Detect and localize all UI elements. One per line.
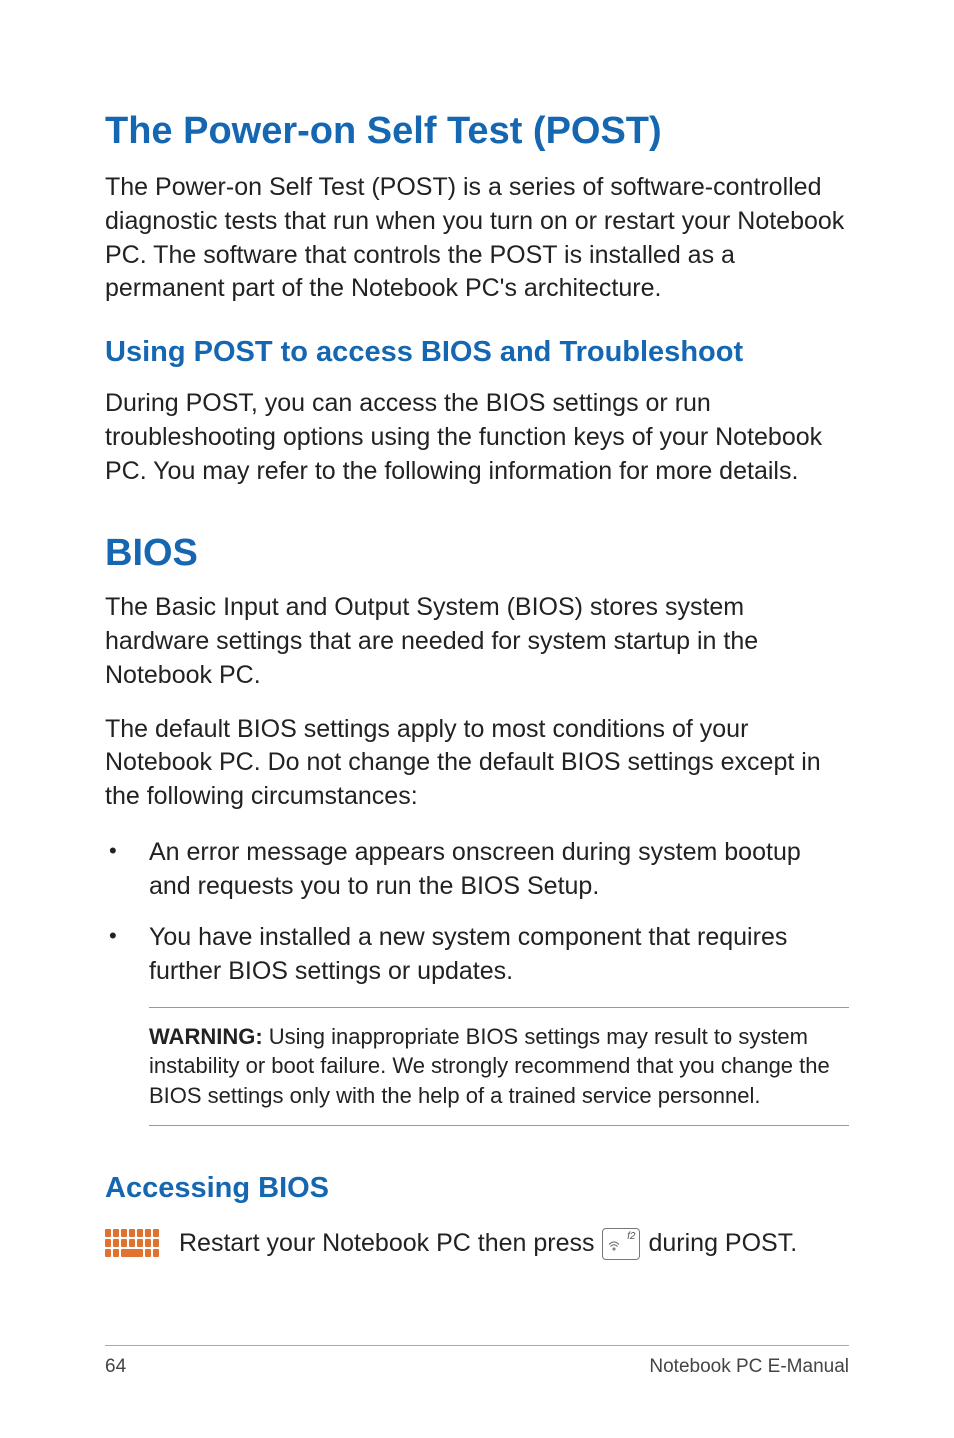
paragraph-post-intro: The Power-on Self Test (POST) is a serie… — [105, 171, 849, 306]
paragraph-bios-intro: The Basic Input and Output System (BIOS)… — [105, 591, 849, 692]
footer-title: Notebook PC E-Manual — [649, 1356, 849, 1378]
subheading-using-post: Using POST to access BIOS and Troublesho… — [105, 336, 849, 369]
warning-label: WARNING: — [149, 1024, 263, 1049]
list-item: You have installed a new system componen… — [105, 921, 849, 989]
heading-bios: BIOS — [105, 532, 849, 575]
subheading-accessing-bios: Accessing BIOS — [105, 1172, 849, 1205]
restart-instruction: Restart your Notebook PC then press f2 d… — [179, 1227, 797, 1261]
accessing-bios-row: Restart your Notebook PC then press f2 d… — [105, 1227, 849, 1261]
warning-text: WARNING: Using inappropriate BIOS settin… — [149, 1022, 847, 1111]
restart-text-before: Restart your Notebook PC then press — [179, 1227, 594, 1261]
page-footer: 64 Notebook PC E-Manual — [105, 1345, 849, 1378]
keyboard-icon — [105, 1228, 159, 1260]
paragraph-using-post: During POST, you can access the BIOS set… — [105, 387, 849, 488]
heading-post: The Power-on Self Test (POST) — [105, 110, 849, 153]
paragraph-bios-defaults: The default BIOS settings apply to most … — [105, 713, 849, 814]
wifi-icon — [608, 1241, 620, 1256]
warning-box: WARNING: Using inappropriate BIOS settin… — [149, 1007, 849, 1126]
f2-label: f2 — [627, 1230, 635, 1244]
f2-key-icon: f2 — [602, 1228, 640, 1260]
list-item: An error message appears onscreen during… — [105, 836, 849, 904]
restart-text-after: during POST. — [648, 1227, 797, 1261]
bios-exceptions-list: An error message appears onscreen during… — [105, 836, 849, 989]
page-number: 64 — [105, 1356, 126, 1378]
